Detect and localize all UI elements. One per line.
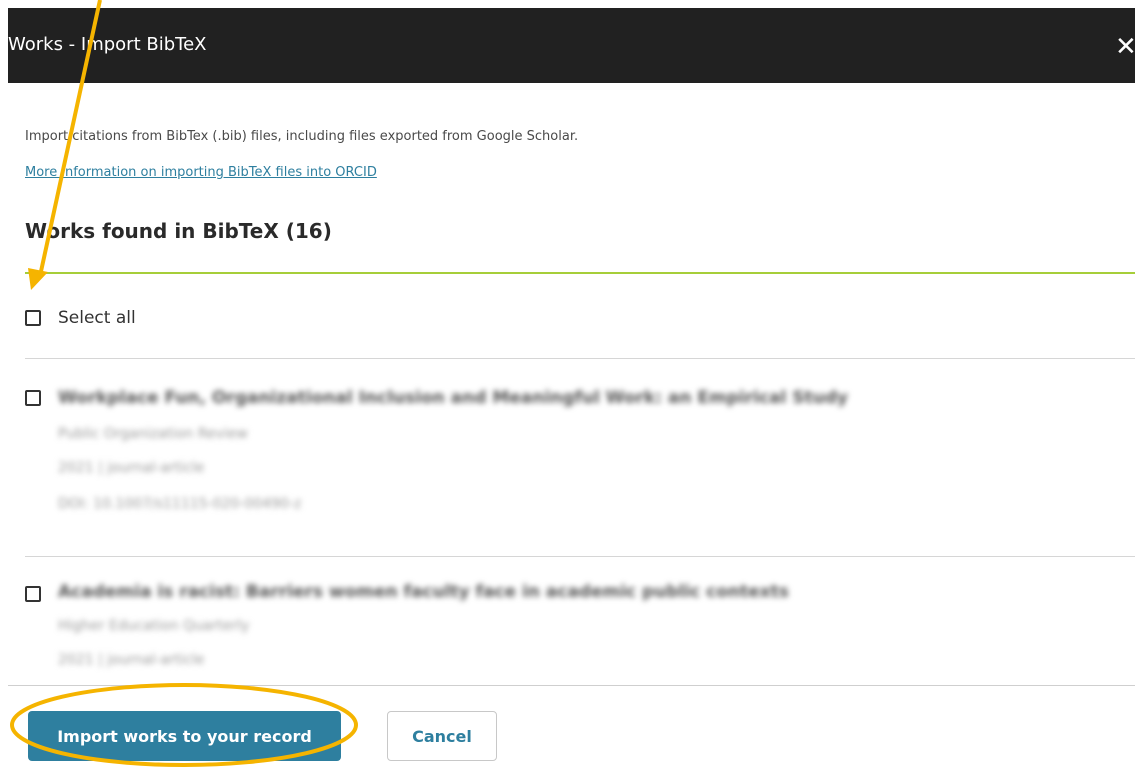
select-all-checkbox[interactable] xyxy=(25,310,41,326)
import-works-button[interactable]: Import works to your record xyxy=(28,711,341,761)
dialog-title: Works - Import BibTeX xyxy=(8,34,207,55)
list-divider xyxy=(25,556,1135,557)
work-title: Academia is racist: Barriers women facul… xyxy=(58,582,789,602)
section-title: Works found in BibTeX (16) xyxy=(25,219,332,243)
work-meta: 2021 | journal-article xyxy=(58,460,205,476)
bibtex-info-link[interactable]: More information on importing BibTeX fil… xyxy=(25,165,377,180)
section-divider xyxy=(25,272,1135,274)
select-all-label: Select all xyxy=(58,308,136,328)
dialog-header: Works - Import BibTeX ✕ xyxy=(8,8,1135,83)
work-journal: Public Organization Review xyxy=(58,426,248,442)
work-checkbox[interactable] xyxy=(25,586,41,602)
work-item: Workplace Fun, Organizational Inclusion … xyxy=(25,388,1125,528)
cancel-button[interactable]: Cancel xyxy=(387,711,497,761)
work-doi: DOI: 10.1007/s11115-020-00490-z xyxy=(58,496,302,512)
work-journal: Higher Education Quarterly xyxy=(58,618,250,634)
list-divider xyxy=(25,358,1135,359)
close-icon[interactable]: ✕ xyxy=(1115,34,1135,60)
work-title: Workplace Fun, Organizational Inclusion … xyxy=(58,388,848,408)
intro-text: Import citations from BibTex (.bib) file… xyxy=(25,129,579,144)
work-checkbox[interactable] xyxy=(25,390,41,406)
work-meta: 2021 | journal-article xyxy=(58,652,205,668)
work-item: Academia is racist: Barriers women facul… xyxy=(25,582,1125,682)
